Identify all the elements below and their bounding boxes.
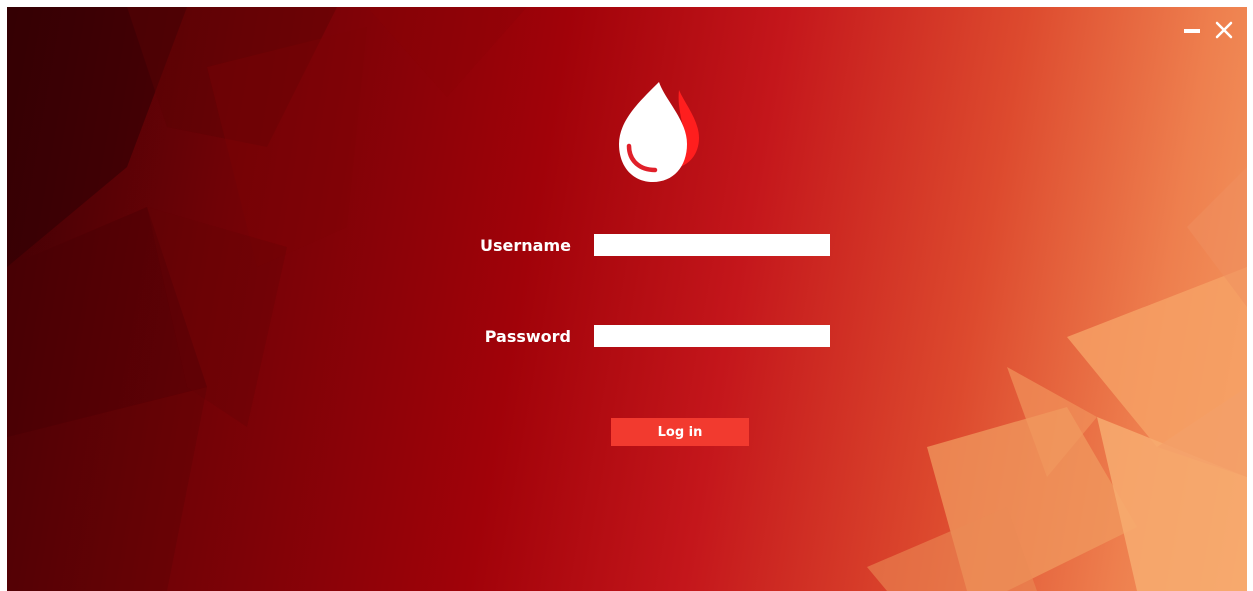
password-label: Password [484, 326, 571, 346]
username-row: Username [467, 234, 830, 256]
minimize-icon [1184, 29, 1200, 33]
username-input[interactable] [594, 234, 830, 256]
window-controls [1181, 19, 1235, 41]
close-button[interactable] [1213, 19, 1235, 41]
minimize-button[interactable] [1181, 19, 1203, 41]
password-input[interactable] [594, 325, 830, 347]
close-icon [1215, 21, 1233, 39]
password-row: Password [467, 325, 830, 347]
blood-drop-icon [619, 82, 699, 182]
login-window: Username Password Log in [7, 7, 1247, 591]
login-button[interactable]: Log in [611, 418, 749, 446]
username-label: Username [480, 235, 571, 255]
